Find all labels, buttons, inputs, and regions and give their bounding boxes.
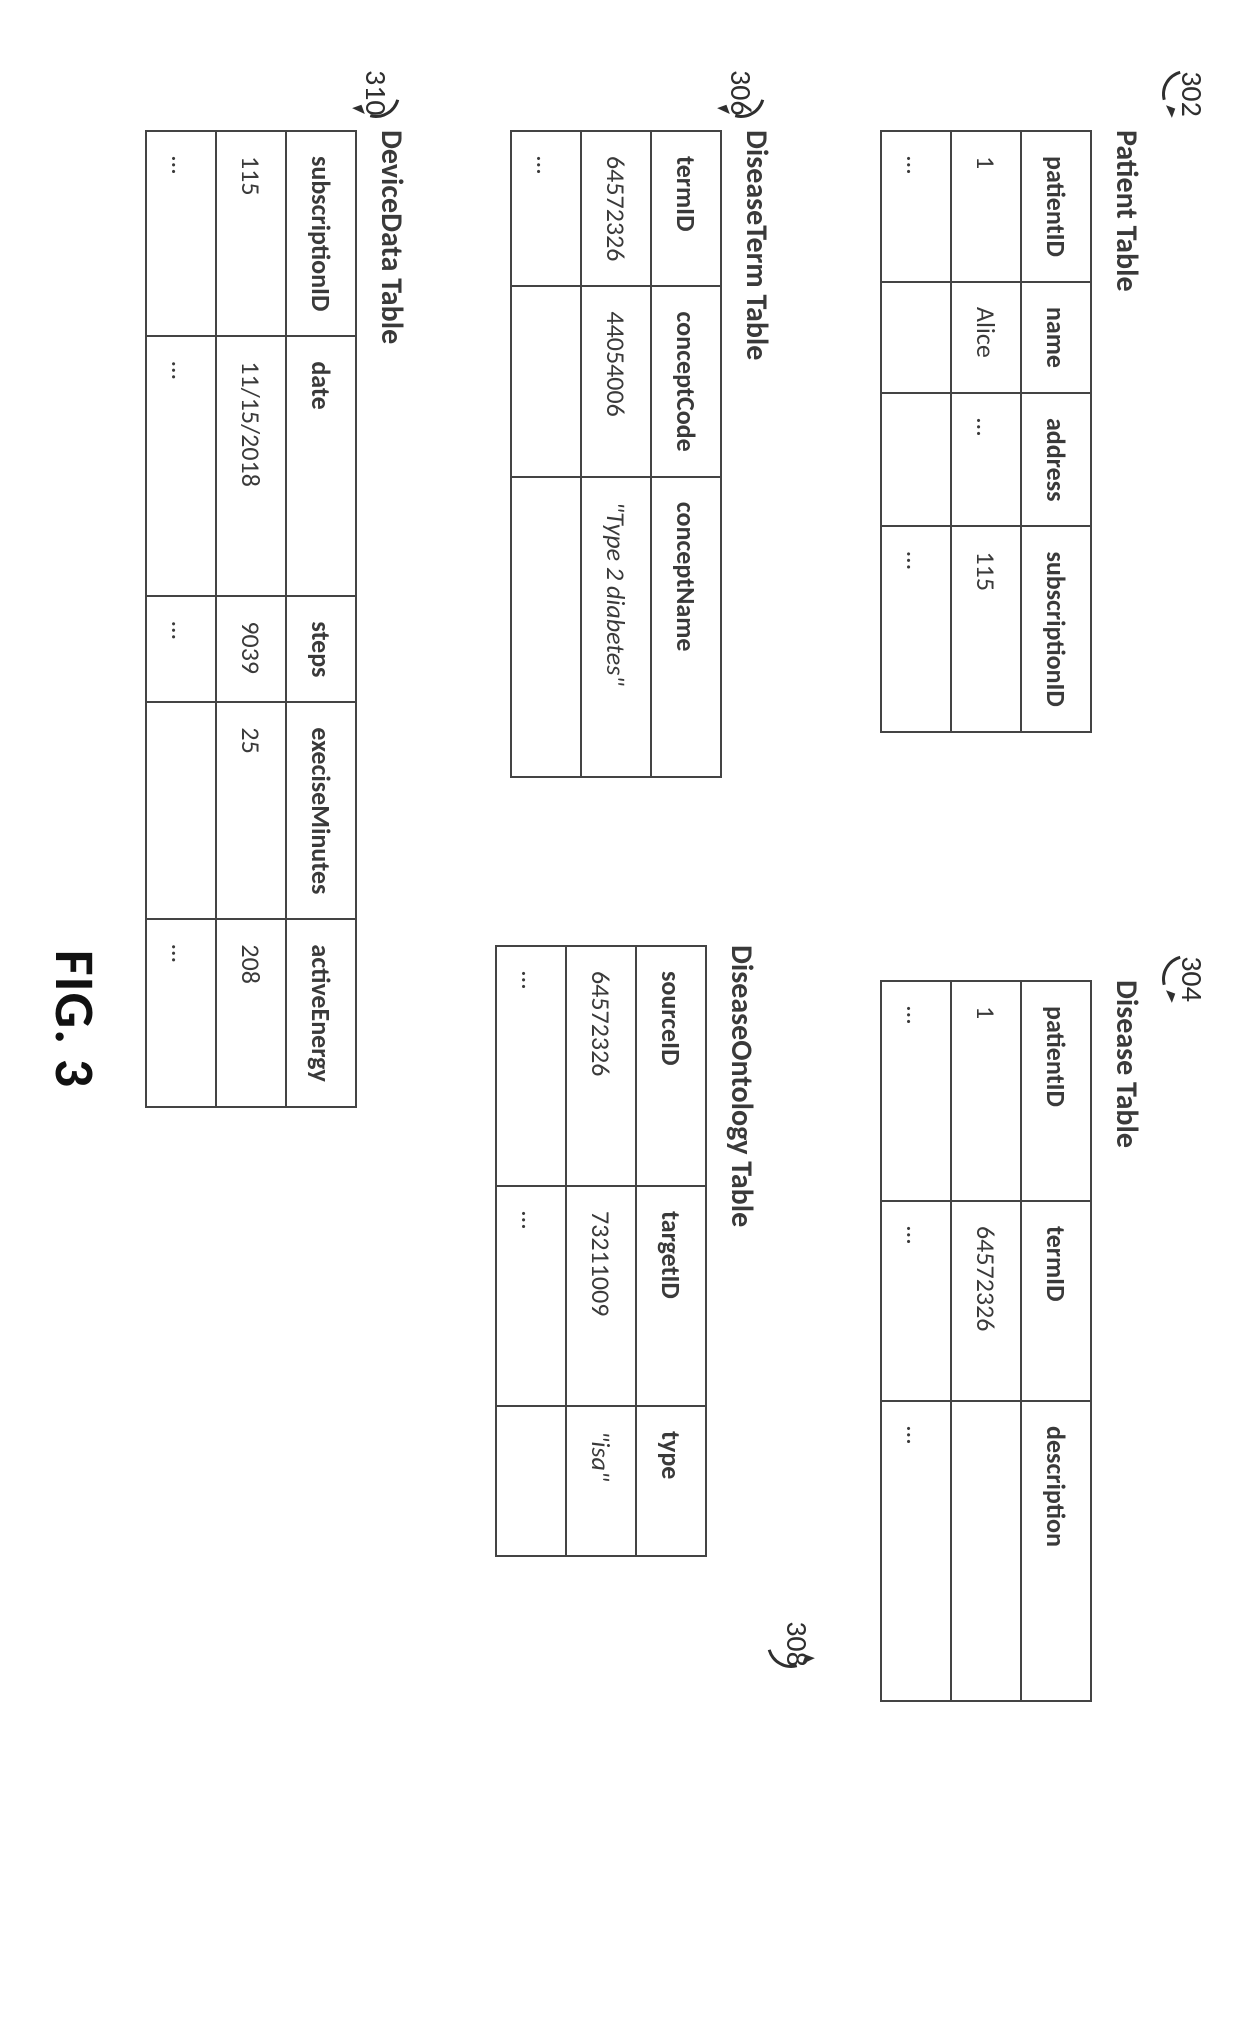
table-title: Disease Table	[1108, 980, 1145, 1702]
cell: 64572326	[951, 1201, 1021, 1401]
cell: …	[951, 393, 1021, 527]
cell	[511, 286, 581, 476]
cell	[881, 393, 951, 527]
column-header: termID	[1021, 1201, 1091, 1401]
table-title: Patient Table	[1108, 130, 1145, 733]
cell: 64572326	[581, 131, 651, 286]
cell: "Type 2 diabetes"	[581, 477, 651, 777]
column-header: subscriptionID	[286, 131, 356, 336]
cell: …	[496, 1186, 566, 1406]
cell: …	[881, 1201, 951, 1401]
table-row: 64572326 44054006 "Type 2 diabetes"	[581, 131, 651, 777]
table-row: 1 Alice … 115	[951, 131, 1021, 732]
cell: 73211009	[566, 1186, 636, 1406]
table-row: …	[511, 131, 581, 777]
column-header: conceptName	[651, 477, 721, 777]
column-header: sourceID	[636, 946, 706, 1186]
cell: …	[146, 596, 216, 702]
cell: 208	[216, 919, 286, 1106]
table-header-row: subscriptionID date steps execiseMinutes…	[286, 131, 356, 1107]
table-row: … …	[881, 131, 951, 732]
table-row: 64572326 73211009 "isa"	[566, 946, 636, 1556]
cell: 115	[951, 526, 1021, 731]
cell: 115	[216, 131, 286, 336]
column-header: targetID	[636, 1186, 706, 1406]
figure-caption: FIG. 3	[40, 950, 108, 1088]
cell: …	[511, 131, 581, 286]
table-header-row: patientID termID description	[1021, 981, 1091, 1701]
cell: 64572326	[566, 946, 636, 1186]
column-header: patientID	[1021, 131, 1091, 282]
column-header: description	[1021, 1401, 1091, 1701]
disease-table: patientID termID description 1 64572326 …	[880, 980, 1092, 1702]
table-row: … … … …	[146, 131, 216, 1107]
column-header: execiseMinutes	[286, 702, 356, 919]
devicedata-table-block: DeviceData Table subscriptionID date ste…	[145, 130, 410, 1108]
column-header: patientID	[1021, 981, 1091, 1201]
cell: …	[881, 526, 951, 731]
column-header: address	[1021, 393, 1091, 527]
disease-table-block: Disease Table patientID termID descripti…	[880, 980, 1145, 1702]
diseaseterm-table-block: DiseaseTerm Table termID conceptCode con…	[510, 130, 775, 778]
patient-table-block: Patient Table patientID name address sub…	[880, 130, 1145, 733]
table-row: … … …	[881, 981, 951, 1701]
table-row: 115 11/15/2018 9039 25 208	[216, 131, 286, 1107]
column-header: conceptCode	[651, 286, 721, 476]
reference-label-310: 310	[352, 70, 400, 118]
cell	[881, 282, 951, 393]
cell: …	[146, 131, 216, 336]
reference-label-302: 302	[1162, 70, 1210, 118]
patient-table: patientID name address subscriptionID 1 …	[880, 130, 1092, 733]
table-header-row: patientID name address subscriptionID	[1021, 131, 1091, 732]
table-title: DeviceData Table	[373, 130, 410, 1108]
table-header-row: termID conceptCode conceptName	[651, 131, 721, 777]
cell: 9039	[216, 596, 286, 702]
cell: …	[496, 946, 566, 1186]
table-header-row: sourceID targetID type	[636, 946, 706, 1556]
column-header: subscriptionID	[1021, 526, 1091, 731]
column-header: steps	[286, 596, 356, 702]
column-header: name	[1021, 282, 1091, 393]
column-header: termID	[651, 131, 721, 286]
cell: …	[881, 131, 951, 282]
cell	[496, 1406, 566, 1556]
rotated-canvas: 302 304 306 308 310 Patient Table patien…	[0, 0, 1240, 2038]
cell: 1	[951, 131, 1021, 282]
ontology-table: sourceID targetID type 64572326 73211009…	[495, 945, 707, 1557]
cell: …	[881, 981, 951, 1201]
reference-label-304: 304	[1162, 955, 1210, 1003]
cell: …	[146, 919, 216, 1106]
cell	[951, 1401, 1021, 1701]
table-title: DiseaseOntology Table	[723, 945, 760, 1557]
curved-arrow-icon	[708, 61, 774, 127]
table-row: … …	[496, 946, 566, 1556]
cell	[511, 477, 581, 777]
table-title: DiseaseTerm Table	[738, 130, 775, 778]
cell	[146, 702, 216, 919]
reference-label-308: 308	[767, 1620, 815, 1668]
diseaseterm-table: termID conceptCode conceptName 64572326 …	[510, 130, 722, 778]
cell: Alice	[951, 282, 1021, 393]
column-header: activeEnergy	[286, 919, 356, 1106]
cell: 44054006	[581, 286, 651, 476]
cell: …	[146, 336, 216, 596]
cell: 1	[951, 981, 1021, 1201]
curved-arrow-icon	[343, 61, 409, 127]
reference-label-306: 306	[717, 70, 765, 118]
ontology-table-block: DiseaseOntology Table sourceID targetID …	[495, 945, 760, 1557]
cell: 11/15/2018	[216, 336, 286, 596]
column-header: date	[286, 336, 356, 596]
table-row: 1 64572326	[951, 981, 1021, 1701]
cell: 25	[216, 702, 286, 919]
cell: "isa"	[566, 1406, 636, 1556]
devicedata-table: subscriptionID date steps execiseMinutes…	[145, 130, 357, 1108]
column-header: type	[636, 1406, 706, 1556]
diagram-canvas: 302 304 306 308 310 Patient Table patien…	[0, 0, 1240, 2038]
cell: …	[881, 1401, 951, 1701]
